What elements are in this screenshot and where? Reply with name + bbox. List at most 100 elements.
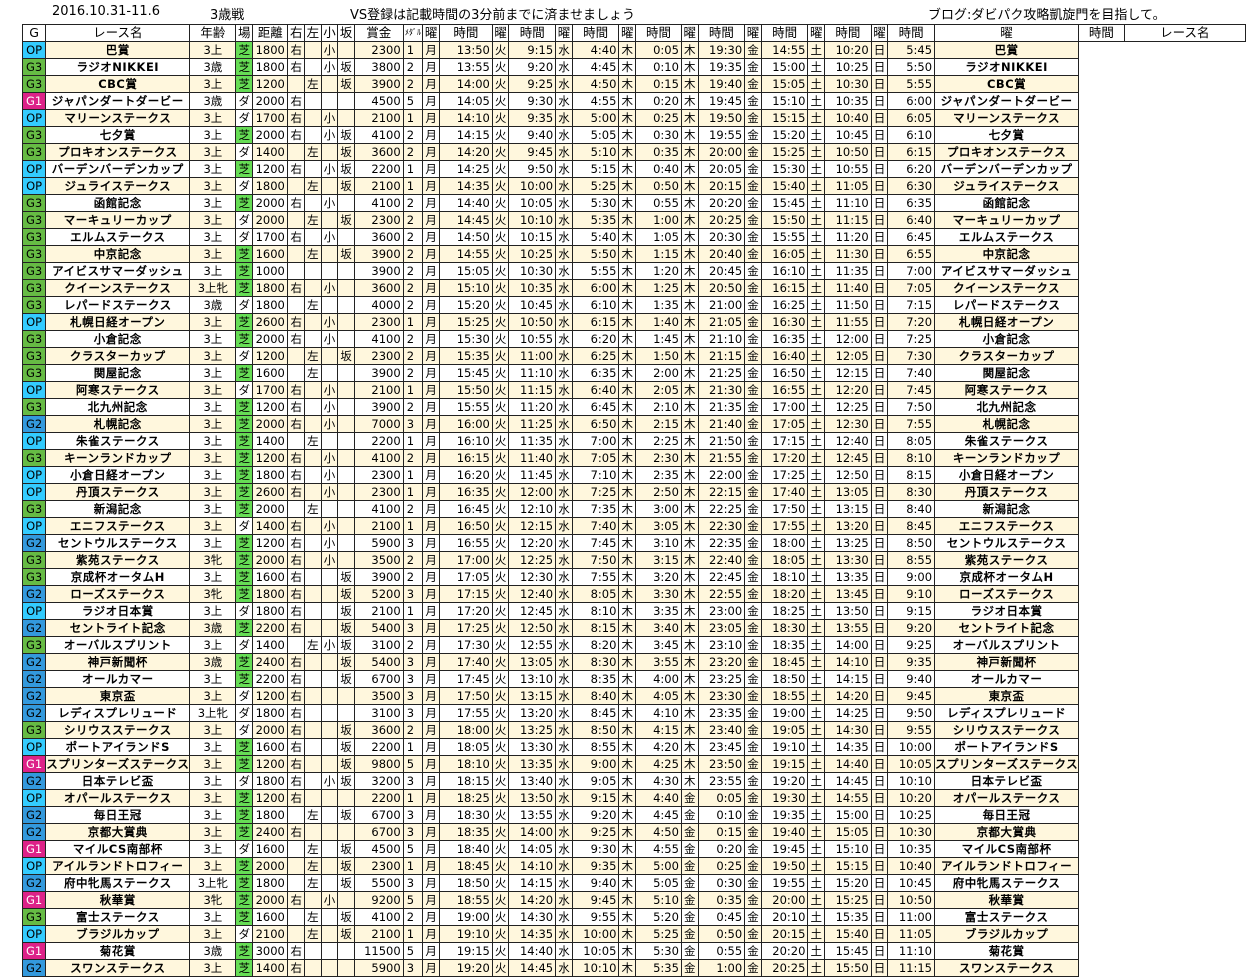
time-cell: 10:25: [887, 806, 936, 824]
time-cell: 5:15: [571, 160, 620, 178]
table-cell: 1400: [252, 432, 289, 450]
weekday-cell: 水: [555, 211, 573, 229]
table-cell: [304, 41, 322, 59]
table-row: G3 クラスターカップ 3上ダ 1200 左坂 2300 2 月 15:35 火 11:00 水 6:2…: [21, 347, 1246, 365]
table-cell: 小: [320, 126, 339, 144]
table-cell: 左: [304, 432, 322, 450]
race-name-cell: 富士ステークス: [45, 908, 191, 926]
table-cell: 小: [320, 415, 339, 433]
weekday-cell: 金: [680, 959, 699, 977]
table-cell: [337, 959, 355, 977]
time-cell: 18:40: [438, 840, 493, 858]
time-cell: 3:35: [635, 602, 682, 620]
table-cell: [304, 109, 322, 127]
time-cell: 20:25: [760, 959, 809, 977]
weekday-cell: 木: [618, 619, 637, 637]
time-cell: 1:45: [635, 330, 682, 348]
time-cell: 10:30: [508, 262, 557, 280]
time-cell: 11:35: [824, 262, 872, 280]
table-cell: 3上: [189, 415, 237, 433]
grade-cell: G3: [21, 279, 47, 297]
table-cell: 3上: [189, 109, 237, 127]
weekday-cell: 水: [555, 551, 573, 569]
column-header: レース名: [1123, 24, 1246, 42]
table-cell: [304, 687, 322, 705]
medal-cell: 2: [402, 721, 424, 739]
time-cell: 14:00: [824, 636, 872, 654]
time-cell: 7:40: [571, 517, 620, 535]
weekday-cell: 木: [618, 330, 637, 348]
table-cell: [304, 381, 322, 399]
prize-cell: 2100: [353, 109, 404, 127]
race-name-cell: 毎日王冠: [45, 806, 191, 824]
weekday-cell: 木: [618, 653, 637, 671]
table-cell: 1800: [252, 58, 289, 76]
weekday-cell: 水: [555, 602, 573, 620]
weekday-cell: 金: [744, 296, 762, 314]
prize-cell: 9200: [353, 891, 404, 909]
weekday-cell: 木: [618, 806, 637, 824]
column-header: 時間: [824, 24, 872, 42]
time-cell: 21:35: [697, 398, 746, 416]
weekday-cell: 金: [744, 126, 762, 144]
surface-cell: 芝: [235, 364, 254, 382]
race-name-cell: プロキオンステークス: [45, 143, 191, 161]
time-cell: 10:40: [824, 109, 872, 127]
weekday-cell: 日: [870, 857, 889, 875]
weekday-cell: 月: [422, 313, 440, 331]
grade-cell: G3: [21, 211, 47, 229]
table-cell: 3上: [189, 143, 237, 161]
race-name-cell: 七夕賞: [45, 126, 191, 144]
table-cell: 3上: [189, 449, 237, 467]
prize-cell: 5900: [353, 534, 404, 552]
time-cell: 0:40: [635, 160, 682, 178]
time-cell: 19:30: [760, 789, 809, 807]
column-header: 距離: [252, 24, 289, 42]
grade-cell: G3: [21, 296, 47, 314]
time-cell: 6:15: [571, 313, 620, 331]
race-name-cell: マーキュリーカップ: [45, 211, 191, 229]
table-cell: 3歳: [189, 619, 237, 637]
weekday-cell: 木: [618, 381, 637, 399]
weekday-cell: 金: [680, 942, 699, 960]
weekday-cell: 火: [491, 449, 510, 467]
table-cell: 3歳: [189, 942, 237, 960]
time-cell: 23:50: [697, 755, 746, 773]
time-cell: 11:15: [824, 211, 872, 229]
time-cell: 4:05: [635, 687, 682, 705]
table-row: G3 マーキュリーカップ 3上ダ 2000 左坂 2300 2 月 14:45 火 10:10 水 5:…: [21, 211, 1246, 229]
time-cell: 8:05: [571, 585, 620, 603]
weekday-cell: 水: [555, 687, 573, 705]
time-cell: 9:15: [887, 602, 936, 620]
race-name-cell: 菊花賞: [934, 942, 1080, 960]
time-cell: 10:20: [824, 41, 872, 59]
weekday-cell: 木: [680, 347, 699, 365]
time-cell: 16:30: [760, 313, 809, 331]
time-cell: 0:55: [697, 942, 746, 960]
table-cell: [320, 500, 339, 518]
surface-cell: ダ: [235, 925, 254, 943]
table-row: OP エニフステークス 3上ダ 1400 右小 2100 1 月 16:50 火 12:15 水 7:4…: [21, 517, 1246, 535]
weekday-cell: 火: [491, 500, 510, 518]
medal-cell: 1: [402, 313, 424, 331]
time-cell: 16:10: [438, 432, 493, 450]
weekday-cell: 火: [491, 177, 510, 195]
time-cell: 16:05: [760, 245, 809, 263]
table-cell: 左: [304, 211, 322, 229]
column-header: 小: [320, 24, 339, 42]
table-cell: 3上: [189, 772, 237, 790]
time-cell: 11:00: [508, 347, 557, 365]
grade-cell: OP: [21, 925, 47, 943]
time-cell: 13:35: [824, 568, 872, 586]
prize-cell: 4500: [353, 92, 404, 110]
weekday-cell: 土: [807, 857, 826, 875]
table-row: G3 エルムステークス 3上ダ 1700 右小 3600 2 月 14:50 火 10:15 水 5:4…: [21, 228, 1246, 246]
time-cell: 7:05: [887, 279, 936, 297]
time-cell: 8:30: [571, 653, 620, 671]
sheet-header: 2016.10.31-11.6 3歳戦 VS登録は記載時間の3分前までに済ませま…: [0, 0, 1246, 24]
medal-cell: 2: [402, 75, 424, 93]
prize-cell: 4100: [353, 449, 404, 467]
time-cell: 10:35: [887, 840, 936, 858]
table-cell: [304, 313, 322, 331]
time-cell: 14:20: [438, 143, 493, 161]
